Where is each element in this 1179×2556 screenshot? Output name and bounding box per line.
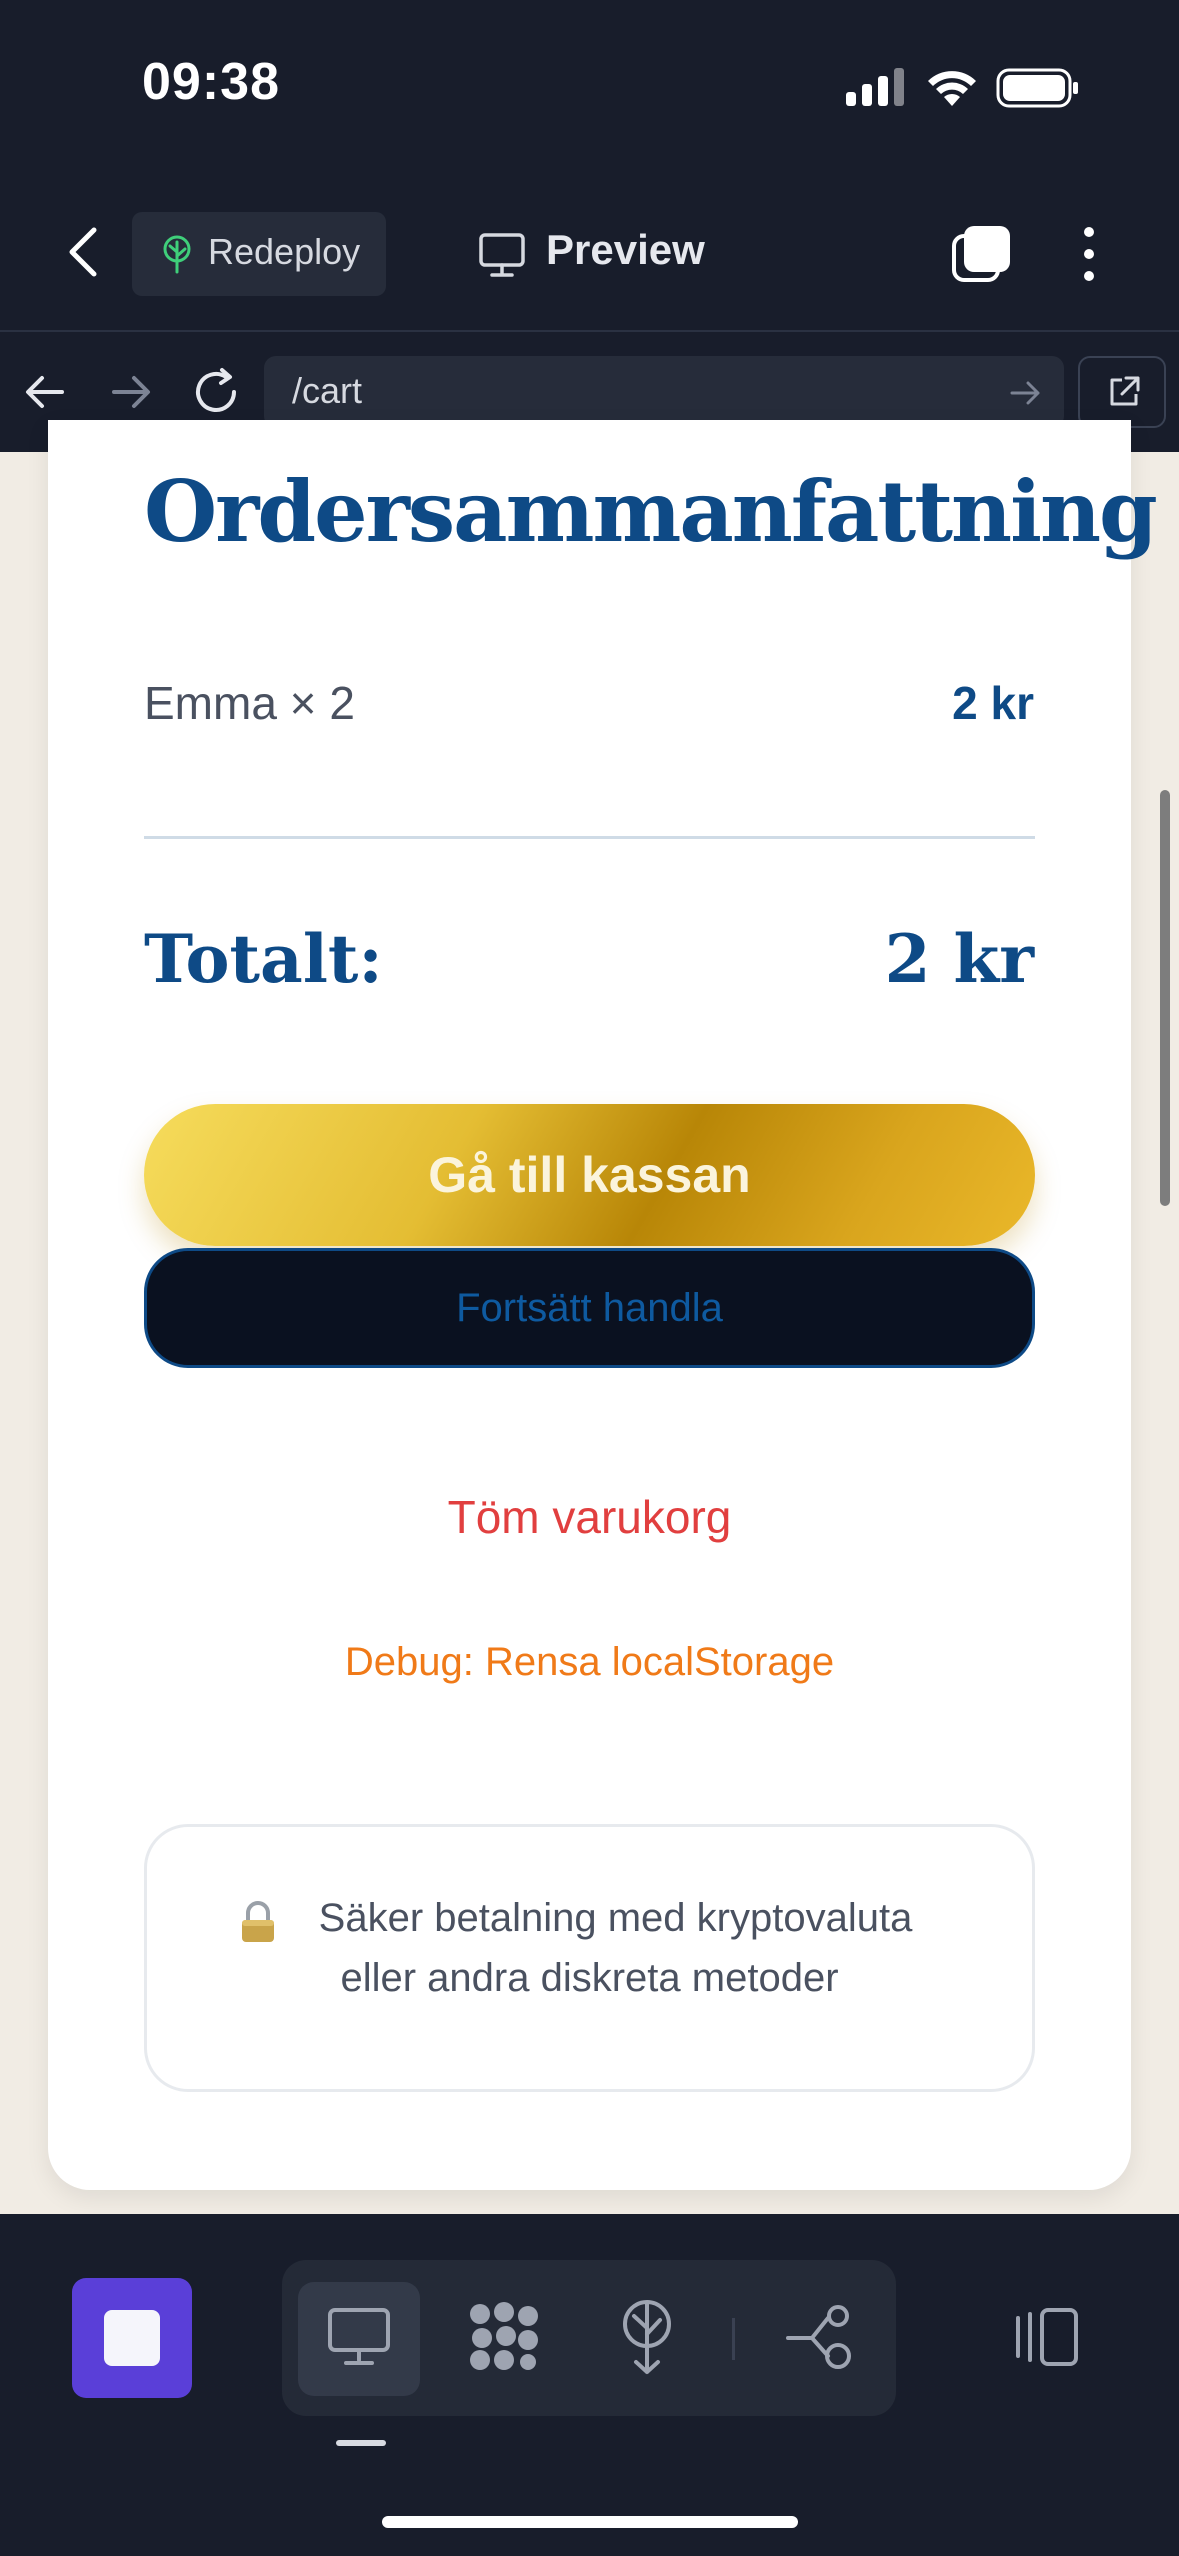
continue-shopping-button[interactable]: Fortsätt handla xyxy=(144,1248,1035,1368)
scrollbar[interactable] xyxy=(1160,790,1170,1206)
arrow-left-icon[interactable] xyxy=(22,370,68,414)
secure-line1-text: Säker betalning med kryptovaluta xyxy=(318,1896,913,1940)
redeploy-label: Redeploy xyxy=(208,231,361,272)
empty-cart-link[interactable]: Töm varukorg xyxy=(144,1490,1035,1544)
tab-separator xyxy=(732,2318,735,2360)
battery-icon xyxy=(996,66,1080,110)
url-input[interactable] xyxy=(264,356,1064,428)
divider xyxy=(144,836,1035,839)
home-indicator[interactable] xyxy=(382,2516,798,2528)
tree-icon xyxy=(158,234,196,274)
grid-icon[interactable] xyxy=(466,2300,542,2372)
monitor-icon xyxy=(478,232,526,278)
page-title: Ordersammanfattning xyxy=(144,462,1158,561)
reload-icon[interactable] xyxy=(190,366,242,418)
stop-icon xyxy=(104,2310,160,2366)
checkout-button[interactable]: Gå till kassan xyxy=(144,1104,1035,1246)
sidebar-icon[interactable] xyxy=(1010,2304,1082,2370)
arrow-right-icon[interactable] xyxy=(108,370,154,414)
total-label: Totalt: xyxy=(144,920,383,998)
external-link-icon xyxy=(1106,374,1142,410)
go-icon[interactable] xyxy=(1008,376,1044,410)
back-icon[interactable] xyxy=(58,222,112,282)
url-text: /cart xyxy=(292,370,363,411)
deploy-icon[interactable] xyxy=(616,2298,678,2376)
secure-payment-text-line2: eller andra diskreta metoder xyxy=(340,1956,839,2000)
signal-icon xyxy=(846,68,908,108)
total-value: 2 kr xyxy=(884,920,1034,998)
tabs-icon[interactable] xyxy=(950,222,1014,286)
line-item-name: Emma × 2 xyxy=(144,677,355,729)
line-item-price: 2 kr xyxy=(952,677,1034,729)
secure-payment-text-line1: Säker betalning med kryptovaluta xyxy=(144,1896,1035,1941)
external-link-button[interactable] xyxy=(1078,356,1166,428)
wifi-icon xyxy=(926,68,978,108)
flow-icon[interactable] xyxy=(784,2304,856,2370)
preview-label: Preview xyxy=(546,226,705,273)
more-icon[interactable] xyxy=(1074,222,1104,286)
active-tab-indicator xyxy=(336,2440,386,2446)
status-time: 09:38 xyxy=(142,53,280,111)
desktop-icon xyxy=(326,2306,392,2368)
debug-clear-storage-link[interactable]: Debug: Rensa localStorage xyxy=(144,1640,1035,1685)
